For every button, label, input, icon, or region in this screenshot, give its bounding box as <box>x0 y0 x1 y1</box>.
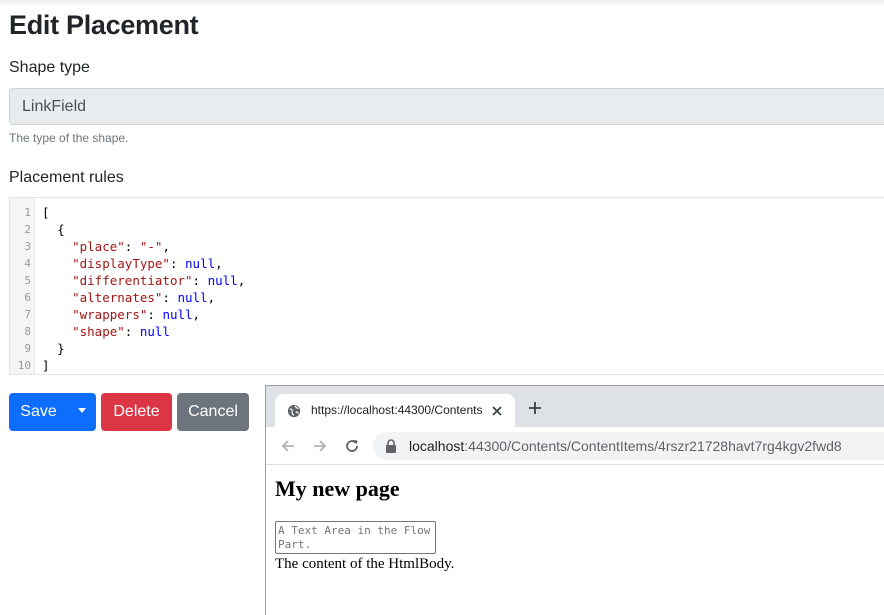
code-line-3: "place": "-", <box>72 239 170 254</box>
json-null: null <box>139 324 170 339</box>
code-line-5: "differentiator": null, <box>72 273 246 288</box>
json-key: "differentiator" <box>72 273 193 288</box>
json-key: "displayType" <box>72 256 170 271</box>
line-number: 2 <box>24 223 31 236</box>
address-bar[interactable]: localhost:44300/Contents/ContentItems/4r… <box>373 432 884 460</box>
json-null: null <box>185 256 216 271</box>
code-line-8: "shape": null <box>72 324 170 339</box>
line-number: 7 <box>24 308 31 321</box>
code-line-6: "alternates": null, <box>72 290 216 305</box>
browser-viewport: My new page The content of the HtmlBody. <box>266 466 884 615</box>
line-number: 10 <box>17 359 31 372</box>
json-token: ] <box>42 358 50 373</box>
url-path: :44300/Contents/ContentItems/4rszr21728h… <box>464 438 842 454</box>
plus-icon[interactable] <box>528 401 542 415</box>
line-number: 8 <box>24 325 31 338</box>
browser-toolbar: localhost:44300/Contents/ContentItems/4r… <box>266 427 884 465</box>
shape-type-label: Shape type <box>9 59 90 76</box>
json-null: null <box>207 273 238 288</box>
save-button[interactable]: Save <box>9 393 68 431</box>
browser-tab-title: https://localhost:44300/Contents <box>311 403 483 417</box>
json-key: "alternates" <box>72 290 163 305</box>
json-string: "-" <box>139 239 163 254</box>
browser-tabstrip: https://localhost:44300/Contents <box>266 386 884 427</box>
close-icon[interactable] <box>489 403 505 419</box>
save-options-dropdown[interactable] <box>68 393 96 431</box>
forward-arrow-icon[interactable] <box>312 438 328 454</box>
json-key: "wrappers" <box>72 307 148 322</box>
page-title: Edit Placement <box>9 10 199 40</box>
code-line-7: "wrappers": null, <box>72 307 201 322</box>
json-token: [ <box>42 205 50 220</box>
json-key: "shape" <box>72 324 125 339</box>
shape-type-hint: The type of the shape. <box>9 131 129 145</box>
globe-icon <box>287 404 301 418</box>
lock-icon[interactable] <box>385 439 397 453</box>
json-token: } <box>57 341 65 356</box>
code-line-4: "displayType": null, <box>72 256 223 271</box>
placement-rules-editor[interactable]: 1 2 3 4 5 6 7 8 9 10 [ { "place": "-", "… <box>9 197 884 375</box>
code-line-1: [ <box>42 204 50 221</box>
top-shadow <box>0 0 884 8</box>
line-number: 5 <box>24 274 31 287</box>
code-line-2: { <box>42 221 65 238</box>
json-key: "place" <box>72 239 125 254</box>
cancel-button[interactable]: Cancel <box>177 393 249 431</box>
line-number: 3 <box>24 240 31 253</box>
code-line-9: } <box>42 340 65 357</box>
rendered-page-heading: My new page <box>275 476 400 501</box>
chevron-down-icon <box>78 407 86 413</box>
line-number: 9 <box>24 342 31 355</box>
line-number-gutter: 1 2 3 4 5 6 7 8 9 10 <box>10 198 35 374</box>
reload-icon[interactable] <box>344 438 360 454</box>
line-number: 4 <box>24 257 31 270</box>
back-arrow-icon[interactable] <box>280 438 296 454</box>
line-number: 6 <box>24 291 31 304</box>
code-line-10: ] <box>42 357 50 374</box>
json-null: null <box>177 290 208 305</box>
address-url: localhost:44300/Contents/ContentItems/4r… <box>409 438 842 454</box>
json-token: { <box>57 222 65 237</box>
browser-window: https://localhost:44300/Contents localho… <box>265 385 884 615</box>
line-number: 1 <box>24 206 31 219</box>
shape-type-field[interactable]: LinkField <box>9 88 884 125</box>
delete-button[interactable]: Delete <box>101 393 172 431</box>
url-host: localhost <box>409 438 465 454</box>
html-body-text: The content of the HtmlBody. <box>275 556 455 572</box>
browser-tab[interactable]: https://localhost:44300/Contents <box>275 394 515 427</box>
json-null: null <box>162 307 193 322</box>
placement-rules-label: Placement rules <box>9 169 124 186</box>
flow-part-textarea[interactable] <box>275 521 436 554</box>
